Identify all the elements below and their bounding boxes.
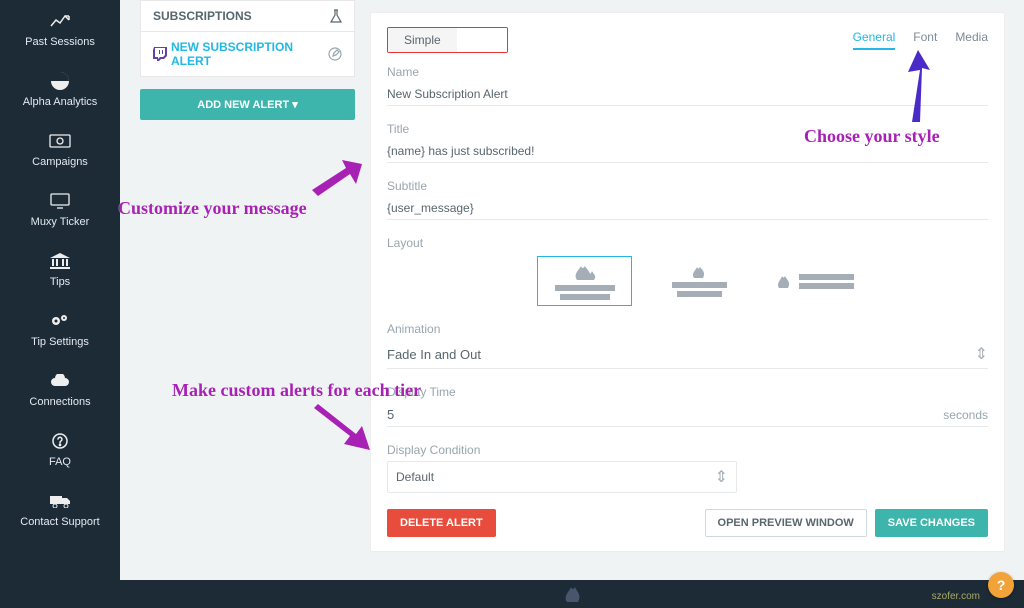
sidebar-item-label: Connections: [0, 396, 120, 408]
alert-list-item-label: NEW SUBSCRIPTION ALERT: [171, 40, 328, 68]
sidebar-item-past-sessions[interactable]: Past Sessions: [0, 0, 120, 60]
mode-toggle: Simple: [387, 27, 508, 53]
money-icon: [0, 130, 120, 152]
sidebar-item-label: Tip Settings: [0, 336, 120, 348]
field-animation: Animation Fade In and Out ⇕: [387, 322, 988, 369]
sidebar-item-label: FAQ: [0, 456, 120, 468]
topbar: Simple General Font Media: [387, 27, 988, 53]
footer-credit: szofer.com: [932, 591, 980, 602]
truck-icon: [0, 490, 120, 512]
toggle-advanced[interactable]: [457, 28, 507, 52]
panel-header: SUBSCRIPTIONS: [140, 0, 355, 32]
tab-media[interactable]: Media: [955, 30, 988, 50]
display-time-value: 5: [387, 407, 394, 422]
updown-icon: ⇕: [975, 344, 988, 364]
field-label: Layout: [387, 236, 988, 250]
updown-icon: ⇕: [715, 467, 728, 487]
toggle-simple[interactable]: Simple: [388, 28, 457, 52]
gears-icon: [0, 310, 120, 332]
display-time-input[interactable]: 5 seconds: [387, 403, 988, 427]
flame-icon: [689, 265, 711, 279]
chevron-down-icon: ▾: [292, 99, 298, 111]
subtitle-input[interactable]: {user_message}: [387, 197, 988, 220]
sidebar-item-tips[interactable]: Tips: [0, 240, 120, 300]
layout-option-overlay[interactable]: [537, 256, 632, 306]
name-input[interactable]: New Subscription Alert: [387, 83, 988, 106]
tab-general[interactable]: General: [853, 30, 896, 50]
animation-value: Fade In and Out: [387, 347, 481, 362]
arrow-icon: [314, 404, 370, 454]
sidebar-item-label: Contact Support: [0, 516, 120, 528]
sidebar-item-tip-settings[interactable]: Tip Settings: [0, 300, 120, 360]
footer-bar: [120, 580, 1024, 608]
add-new-alert-button[interactable]: ADD NEW ALERT ▾: [140, 89, 355, 120]
sidebar-item-label: Past Sessions: [0, 36, 120, 48]
field-label: Subtitle: [387, 179, 988, 193]
edit-icon[interactable]: [328, 47, 342, 61]
field-label: Title: [387, 122, 988, 136]
layout-option-side[interactable]: [767, 256, 862, 306]
bank-icon: [0, 250, 120, 272]
panel-header-title: SUBSCRIPTIONS: [153, 9, 252, 23]
field-layout: Layout: [387, 236, 988, 306]
sidebar-item-label: Tips: [0, 276, 120, 288]
display-condition-select[interactable]: Default ⇕: [387, 461, 737, 493]
arrow-icon: [900, 50, 930, 122]
cloud-icon: [0, 370, 120, 392]
flame-icon: [571, 262, 599, 282]
twitch-icon: [153, 47, 167, 61]
sidebar-item-label: Campaigns: [0, 156, 120, 168]
footer-flame-icon: [562, 584, 582, 604]
actions: DELETE ALERT OPEN PREVIEW WINDOW SAVE CH…: [387, 509, 988, 537]
alert-list-item[interactable]: NEW SUBSCRIPTION ALERT: [140, 32, 355, 77]
right-actions: OPEN PREVIEW WINDOW SAVE CHANGES: [705, 509, 988, 537]
chart-line-icon: [0, 10, 120, 32]
tabs: General Font Media: [853, 30, 988, 50]
sidebar-item-muxy-ticker[interactable]: Muxy Ticker: [0, 180, 120, 240]
sidebar-item-label: Alpha Analytics: [0, 96, 120, 108]
animation-select[interactable]: Fade In and Out ⇕: [387, 340, 988, 369]
flame-icon: [775, 272, 793, 290]
subscriptions-panel: SUBSCRIPTIONS NEW SUBSCRIPTION ALERT ADD…: [140, 0, 355, 120]
field-name: Name New Subscription Alert: [387, 65, 988, 106]
display-time-unit: seconds: [943, 408, 988, 422]
delete-alert-button[interactable]: DELETE ALERT: [387, 509, 496, 537]
sidebar-item-alpha-analytics[interactable]: Alpha Analytics: [0, 60, 120, 120]
save-changes-button[interactable]: SAVE CHANGES: [875, 509, 988, 537]
layout-option-stacked[interactable]: [652, 256, 747, 306]
flask-icon[interactable]: [330, 9, 342, 23]
field-title: Title {name} has just subscribed!: [387, 122, 988, 163]
annotation-customize: Customize your message: [118, 198, 307, 219]
sidebar-item-connections[interactable]: Connections: [0, 360, 120, 420]
monitor-icon: [0, 190, 120, 212]
sidebar-item-contact-support[interactable]: Contact Support: [0, 480, 120, 540]
add-button-label: ADD NEW ALERT: [197, 99, 289, 111]
sidebar-item-label: Muxy Ticker: [0, 216, 120, 228]
field-display-time: Display Time 5 seconds: [387, 385, 988, 427]
layout-options: [537, 256, 988, 306]
field-label: Display Condition: [387, 443, 737, 457]
sidebar-item-campaigns[interactable]: Campaigns: [0, 120, 120, 180]
title-input[interactable]: {name} has just subscribed!: [387, 140, 988, 163]
field-subtitle: Subtitle {user_message}: [387, 179, 988, 220]
question-icon: [0, 430, 120, 452]
sidebar: Past Sessions Alpha Analytics Campaigns …: [0, 0, 120, 608]
field-label: Display Time: [387, 385, 988, 399]
field-display-condition: Display Condition Default ⇕: [387, 443, 737, 493]
sidebar-item-faq[interactable]: FAQ: [0, 420, 120, 480]
display-condition-value: Default: [396, 470, 434, 484]
field-label: Animation: [387, 322, 988, 336]
tab-font[interactable]: Font: [913, 30, 937, 50]
help-bubble[interactable]: ?: [988, 572, 1014, 598]
pie-chart-icon: [0, 70, 120, 92]
open-preview-button[interactable]: OPEN PREVIEW WINDOW: [705, 509, 867, 537]
arrow-icon: [312, 160, 362, 196]
field-label: Name: [387, 65, 988, 79]
